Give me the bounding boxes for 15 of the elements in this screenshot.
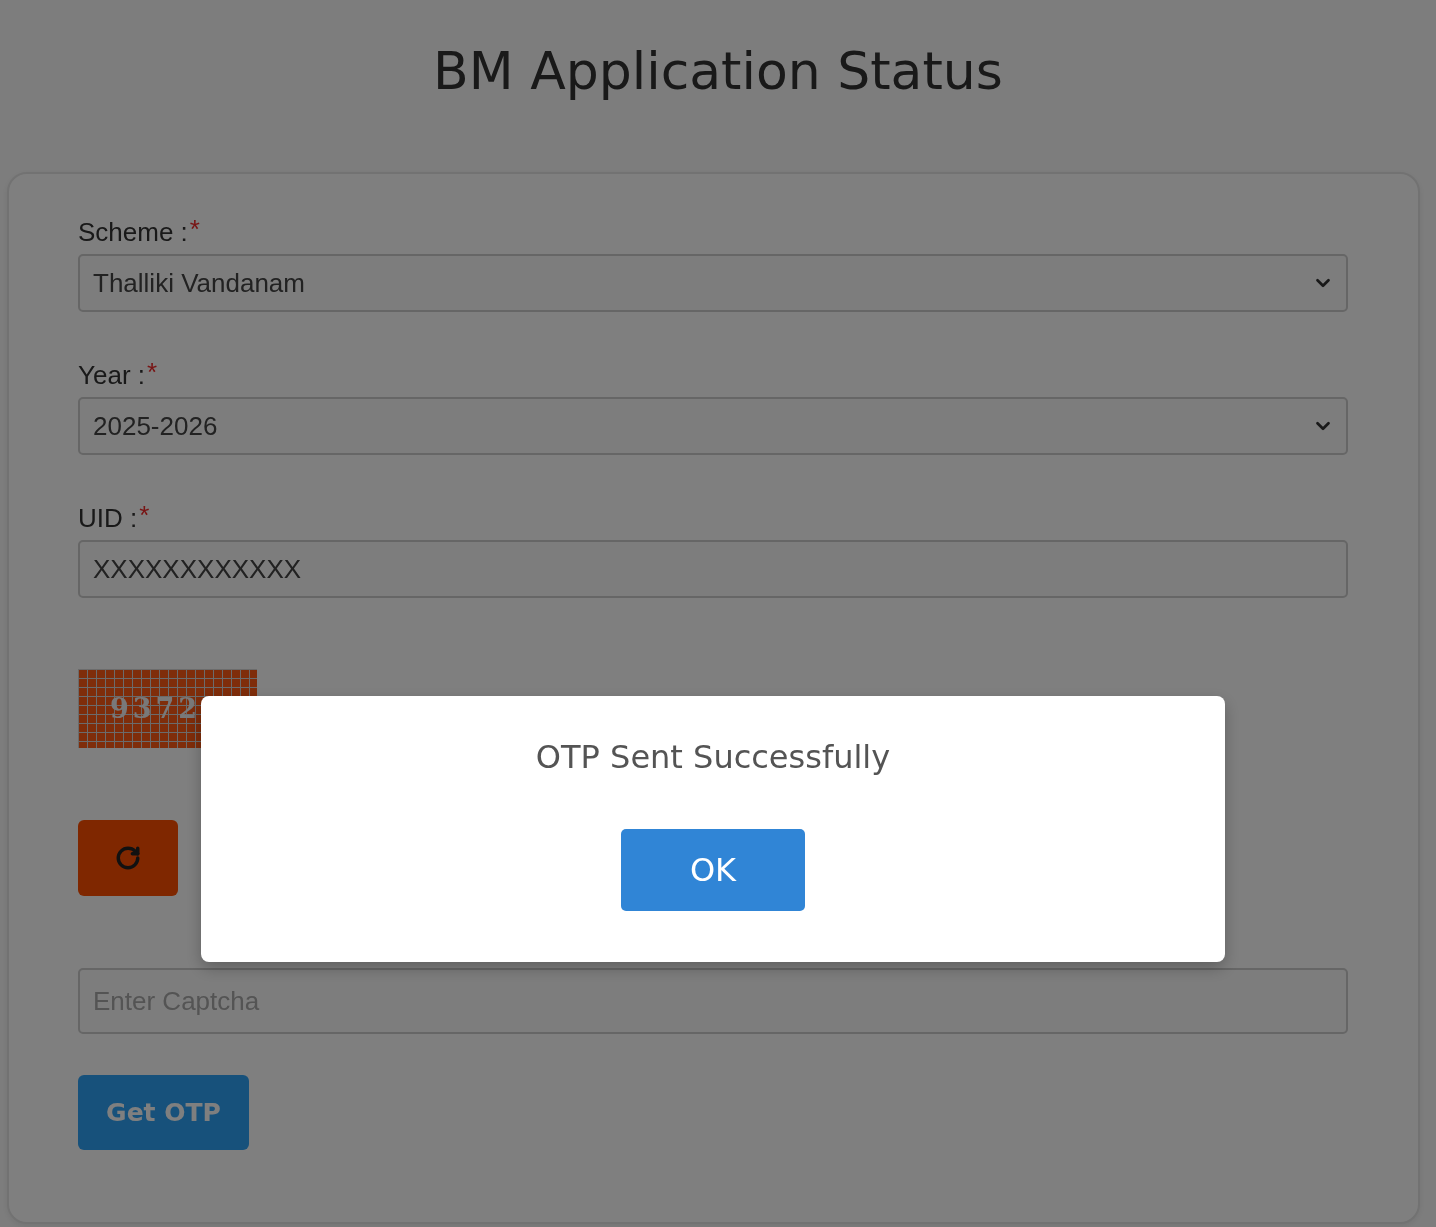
required-asterisk: *: [147, 359, 158, 385]
get-otp-button[interactable]: Get OTP: [78, 1075, 249, 1150]
required-asterisk: *: [139, 502, 150, 528]
field-label: Scheme :: [78, 216, 188, 248]
dropdown-select[interactable]: 2025-2026: [78, 397, 1348, 455]
dialog-message: OTP Sent Successfully: [535, 737, 891, 778]
field-label: Year :: [78, 359, 145, 391]
page-title: BM Application Status: [433, 40, 1003, 103]
refresh-button[interactable]: [78, 820, 178, 896]
ok-button[interactable]: OK: [621, 829, 805, 911]
required-asterisk: *: [189, 216, 200, 242]
field-label: UID :: [78, 502, 138, 534]
dropdown-select[interactable]: Thalliki Vandanam: [78, 254, 1348, 312]
refresh-icon: [115, 845, 141, 871]
text-input[interactable]: XXXXXXXXXXXX: [78, 540, 1348, 598]
